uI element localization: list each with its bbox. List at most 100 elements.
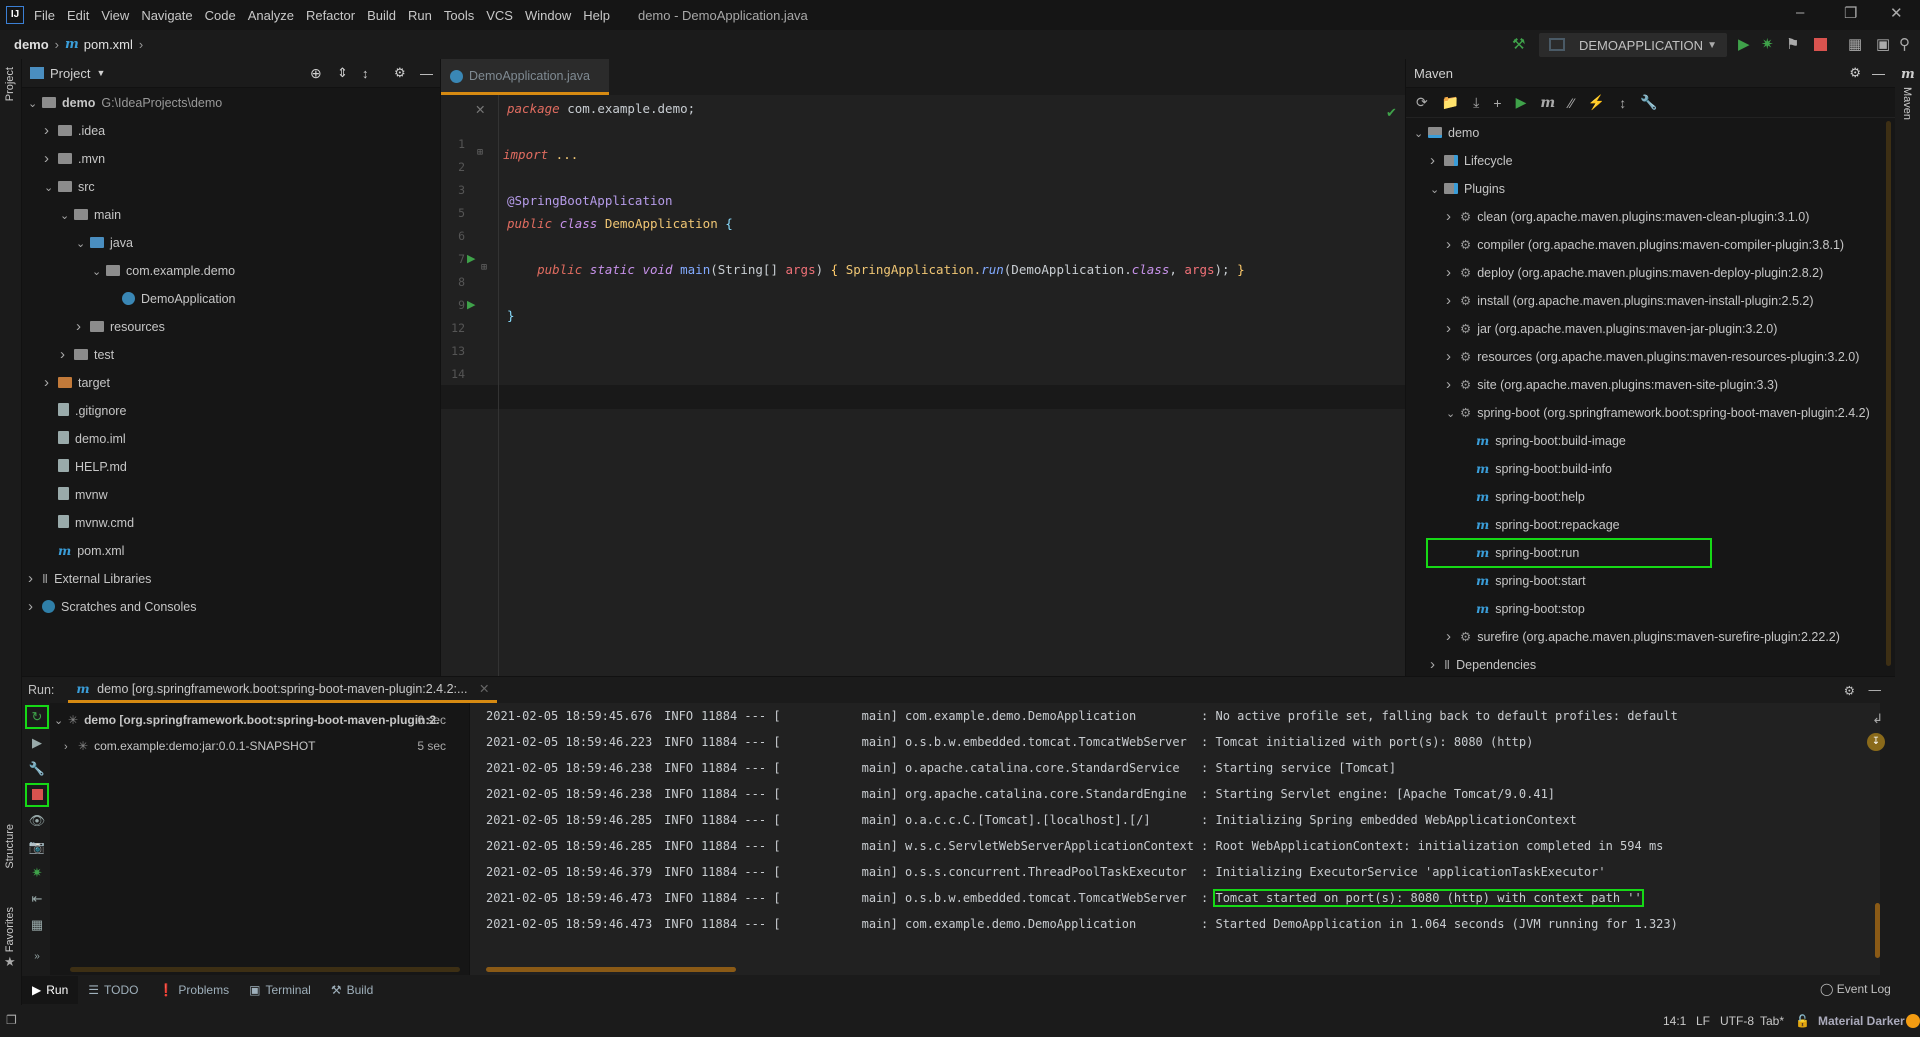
close-tab-icon[interactable]: ✕ [479, 682, 489, 696]
run-gutter-icon[interactable]: ▶ [467, 252, 475, 265]
eye-icon[interactable]: 👁 [27, 811, 47, 831]
menu-vcs[interactable]: VCS [486, 8, 513, 23]
expand-all-icon[interactable]: ⇕ [337, 65, 348, 81]
tree-scrollbar[interactable] [70, 967, 460, 972]
lock-icon[interactable]: 🔓 [1795, 1014, 1810, 1028]
project-tree-item[interactable]: demo.iml [44, 425, 126, 453]
project-tree-item[interactable]: › .mvn [44, 145, 105, 173]
maven-tree-item[interactable]: › ⚙ compiler (org.apache.maven.plugins:mav… [1446, 231, 1844, 259]
chevron-down-icon[interactable]: ▼ [96, 68, 105, 78]
maven-tree-item[interactable]: m spring-boot:stop [1462, 595, 1585, 623]
gear-icon[interactable]: ⚙ [1849, 65, 1861, 81]
minimize-icon[interactable]: – [1796, 4, 1804, 21]
execute-goal-icon[interactable]: m [1540, 95, 1555, 111]
event-log-button[interactable]: ◯ Event Log [1820, 982, 1891, 996]
menu-view[interactable]: View [101, 8, 129, 23]
project-tree-item[interactable]: .gitignore [44, 397, 126, 425]
run-tab[interactable]: m demo [org.springframework.boot:spring-… [68, 677, 498, 703]
tool-tab-todo[interactable]: ☰ TODO [78, 976, 148, 1004]
project-tree-item[interactable]: m pom.xml [44, 537, 124, 565]
run-icon[interactable]: ▶ [1738, 35, 1750, 53]
breadcrumb-file[interactable]: pom.xml [84, 37, 133, 52]
project-tree-item[interactable]: HELP.md [44, 453, 127, 481]
fold-icon[interactable]: ⊞ [477, 147, 483, 158]
run-tree-item[interactable]: ⌄ ✳ demo [org.springframework.boot:spring-… [54, 707, 450, 733]
maven-tree-item[interactable]: › Lifecycle [1430, 147, 1513, 175]
project-tree-item[interactable]: › test [60, 341, 114, 369]
console-output[interactable]: 2021-02-05 18:59:45.676 INFO 11884 --- [ma… [470, 703, 1880, 976]
menu-edit[interactable]: Edit [67, 8, 89, 23]
presentation-icon[interactable]: ▣ [1876, 35, 1890, 53]
debug-icon[interactable]: ✷ [1761, 35, 1774, 53]
file-encoding[interactable]: UTF-8 [1720, 1014, 1754, 1028]
fold-icon[interactable]: ⊞ [481, 262, 487, 273]
tool-tab-run[interactable]: ▶ Run [22, 976, 79, 1004]
rerun-icon[interactable]: ↻ [25, 705, 49, 729]
project-tree-item[interactable]: › .idea [44, 117, 105, 145]
collapse-all-icon[interactable]: ↕ [1619, 95, 1626, 111]
build-hammer-icon[interactable]: ⚒ [1512, 35, 1525, 53]
stop-icon[interactable] [1814, 38, 1827, 51]
menu-file[interactable]: File [34, 8, 55, 23]
gear-icon[interactable]: ⚙ [394, 65, 406, 81]
maven-tree-item[interactable]: ⌄ ⚙ spring-boot (org.springframework.boot:… [1446, 399, 1870, 427]
more-icon[interactable]: » [27, 947, 47, 967]
search-icon[interactable]: ⚲ [1899, 35, 1910, 53]
structure-stripe-button[interactable]: Structure [4, 824, 16, 869]
toggle-offline-icon[interactable]: ⁄⁄ [1569, 95, 1574, 111]
add-icon[interactable]: + [1493, 95, 1501, 111]
maven-tree-item[interactable]: › ⚙ deploy (org.apache.maven.plugins:maven… [1446, 259, 1823, 287]
maven-tree-item[interactable]: m spring-boot:help [1462, 483, 1585, 511]
project-view-selector[interactable]: Project [50, 66, 90, 81]
collapse-all-icon[interactable]: ↕ [362, 66, 369, 81]
tool-tab-build[interactable]: ⚒ Build [321, 976, 383, 1004]
project-structure-icon[interactable]: ▦ [1848, 35, 1862, 53]
menu-code[interactable]: Code [205, 8, 236, 23]
camera-icon[interactable]: 📷 [27, 837, 47, 857]
menu-tools[interactable]: Tools [444, 8, 474, 23]
project-stripe-button[interactable]: Project [4, 67, 16, 101]
maven-tree-item[interactable]: ⌄ demo [1414, 119, 1479, 147]
maven-tree-item[interactable]: m spring-boot:repackage [1462, 511, 1620, 539]
project-tree-item[interactable]: DemoApplication [108, 285, 236, 313]
reload-icon[interactable]: ⟳ [1416, 94, 1428, 111]
project-tree-item[interactable]: ⌄ com.example.demo [92, 257, 235, 285]
hide-icon[interactable]: — [1869, 683, 1882, 697]
project-tree-item[interactable]: ⌄ main [60, 201, 121, 229]
toggle-tool-windows-icon[interactable]: ❐ [6, 1013, 17, 1027]
menu-run[interactable]: Run [408, 8, 432, 23]
theme-indicator[interactable]: Material Darker [1818, 1014, 1905, 1028]
favorites-stripe-button[interactable]: Favorites [4, 907, 16, 952]
run-gutter-icon[interactable]: ▶ [467, 298, 475, 311]
console-v-scrollbar[interactable] [1875, 903, 1880, 958]
caret-position[interactable]: 14:1 [1663, 1014, 1686, 1028]
debug-icon[interactable]: ✷ [27, 863, 47, 883]
maven-tree-item[interactable]: m spring-boot:build-info [1462, 455, 1612, 483]
project-tree-item[interactable]: ⌄ src [44, 173, 95, 201]
exit-icon[interactable]: ⇤ [27, 889, 47, 909]
scroll-to-end-icon[interactable]: ↧ [1867, 733, 1885, 751]
project-tree-item[interactable]: › Ⅱ External Libraries [28, 565, 151, 593]
maven-scrollbar[interactable] [1886, 121, 1891, 666]
wrench-icon[interactable]: 🔧 [27, 759, 47, 779]
maven-tree-item[interactable]: › ⚙ jar (org.apache.maven.plugins:maven-ja… [1446, 315, 1777, 343]
breadcrumb-project[interactable]: demo [14, 37, 49, 52]
line-separator[interactable]: LF [1696, 1014, 1710, 1028]
maven-tree-item[interactable]: › Ⅱ Dependencies [1430, 651, 1536, 679]
maven-tree-item[interactable]: m spring-boot:build-image [1462, 427, 1626, 455]
run-tree-item[interactable]: › ✳ com.example:demo:jar:0.0.1-SNAPSHOT 5 s… [64, 733, 450, 759]
maven-tree-item[interactable]: › ⚙ resources (org.apache.maven.plugins:ma… [1446, 343, 1859, 371]
project-tree-item[interactable]: › Scratches and Consoles [28, 593, 197, 621]
download-icon[interactable]: ⤓ [1473, 94, 1479, 111]
maven-tree-item[interactable]: › ⚙ surefire (org.apache.maven.plugins:mav… [1446, 623, 1840, 651]
menu-refactor[interactable]: Refactor [306, 8, 355, 23]
maven-tree-item[interactable]: › ⚙ install (org.apache.maven.plugins:mave… [1446, 287, 1814, 315]
maven-tree-item[interactable]: ⌄ Plugins [1430, 175, 1505, 203]
skip-tests-icon[interactable]: ⚡ [1588, 94, 1605, 111]
restore-icon[interactable]: ❐ [1844, 4, 1857, 22]
maven-stripe-button[interactable]: Maven [1901, 87, 1913, 120]
soft-wrap-icon[interactable]: ↲ [1872, 711, 1883, 727]
console-h-scrollbar[interactable] [486, 967, 736, 972]
layout-icon[interactable]: ▦ [27, 915, 47, 935]
tool-tab-terminal[interactable]: ▣ Terminal [239, 976, 321, 1004]
